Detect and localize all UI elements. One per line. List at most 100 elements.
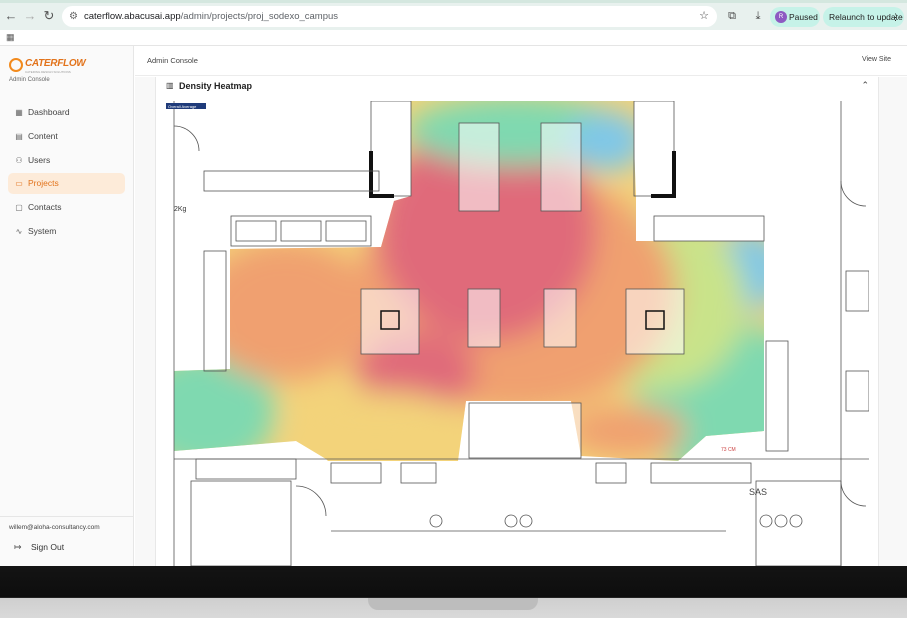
folder-icon: ▭ — [15, 179, 23, 188]
forward-arrow-icon[interactable]: → — [22, 8, 38, 24]
plan-wall-thick — [651, 151, 676, 198]
screen: ← → ↻ ⚙ caterflow.abacusai.app/admin/pro… — [0, 0, 907, 566]
sidebar-item-projects[interactable]: ▭ Projects — [8, 173, 125, 194]
app-header: Admin Console View Site — [135, 46, 907, 76]
island-top-left — [458, 122, 500, 212]
sidebar-item-users[interactable]: ⚇ Users — [8, 150, 125, 171]
counter-right — [653, 215, 765, 242]
reload-icon[interactable]: ↻ — [41, 8, 57, 24]
counter-top-left — [203, 170, 380, 192]
door-swing — [295, 485, 327, 517]
equipment-burner — [759, 514, 773, 528]
equipment-burner — [519, 514, 533, 528]
equipment-unit — [650, 462, 752, 484]
sidebar-item-label: System — [28, 226, 57, 236]
plan-column — [633, 101, 675, 197]
download-icon[interactable]: ⤓ — [750, 8, 766, 24]
counter-bottom-center — [468, 402, 582, 459]
door-swing — [840, 180, 867, 207]
url-domain: caterflow.abacusai.app — [84, 11, 181, 22]
equipment-burner — [774, 514, 788, 528]
laptop-bezel — [0, 566, 907, 618]
extensions-icon[interactable]: ⧉ — [724, 8, 740, 24]
sidebar-item-label: Contacts — [28, 202, 62, 212]
floor-plan-heatmap: Overall Average 2Kg SAS 73 CM — [166, 101, 869, 566]
island-top-right — [540, 122, 582, 212]
equipment-unit — [280, 220, 322, 242]
room-sas — [755, 480, 842, 566]
heatmap-canvas[interactable]: Overall Average 2Kg SAS 73 CM — [166, 101, 869, 566]
pulse-icon: ∿ — [15, 227, 23, 236]
sidebar-item-contacts[interactable]: ▢ Contacts — [8, 197, 125, 218]
equipment-burner — [504, 514, 518, 528]
plan-wall-thick — [369, 151, 394, 198]
equipment-unit — [325, 220, 367, 242]
users-icon: ⚇ — [15, 156, 23, 165]
island-mid-center-right — [543, 288, 577, 348]
profile-paused-button[interactable]: R Paused — [770, 7, 820, 27]
legend-tag-label: Overall Average — [168, 104, 197, 109]
sidebar-item-label: Projects — [28, 178, 59, 188]
logo-wordmark: CATERFLOW — [25, 58, 86, 69]
equipment-burner — [429, 514, 443, 528]
chevron-up-icon[interactable]: ⌃ — [861, 80, 869, 91]
map-icon: ▥ — [166, 81, 174, 90]
address-bar[interactable]: ⚙ caterflow.abacusai.app/admin/projects/… — [62, 6, 717, 27]
heat-zone-mid-high — [566, 406, 686, 456]
site-info-icon[interactable]: ⚙ — [69, 6, 78, 27]
main-content: ▥ Density Heatmap ⌃ Overall Average 2Kg … — [135, 77, 907, 566]
plan-label-kg: 2Kg — [174, 206, 187, 213]
chat-icon: ▢ — [15, 203, 23, 212]
equipment-unit — [330, 462, 382, 484]
equipment-unit — [235, 220, 277, 242]
relaunch-button[interactable]: Relaunch to update ⋮ — [823, 7, 904, 27]
plan-column — [370, 101, 412, 197]
sidebar-subtitle: Admin Console — [9, 77, 50, 83]
heatmap-title-text: Density Heatmap — [179, 81, 253, 91]
paused-label: Paused — [789, 12, 818, 22]
grid-icon: ▦ — [15, 108, 23, 117]
back-arrow-icon[interactable]: ← — [3, 8, 19, 24]
sidebar-item-label: Content — [28, 131, 58, 141]
island-mid-center-left — [467, 288, 501, 348]
sidebar-item-label: Users — [28, 155, 51, 165]
equipment-unit — [595, 462, 627, 484]
menu-dots-icon[interactable]: ⋮ — [891, 7, 900, 27]
door-swing — [840, 480, 867, 507]
logo[interactable]: CATERFLOW CATERING DESIGN SOLUTIONS — [9, 57, 86, 75]
equipment-burner — [789, 514, 803, 528]
sidebar-item-content[interactable]: ▤ Content — [8, 126, 125, 147]
heat-zone-mid — [286, 391, 466, 451]
heatmap-card: ▥ Density Heatmap ⌃ Overall Average 2Kg … — [155, 77, 879, 566]
page-title: Admin Console — [147, 56, 198, 65]
counter-vertical-right — [765, 340, 789, 452]
sidebar-item-system[interactable]: ∿ System — [8, 221, 125, 242]
profile-avatar: R — [775, 11, 787, 23]
sign-out-button[interactable]: ↦ Sign Out — [8, 538, 125, 556]
sidebar-item-label: Dashboard — [28, 107, 70, 117]
view-site-link[interactable]: View Site — [862, 56, 891, 63]
logo-tagline: CATERING DESIGN SOLUTIONS — [25, 70, 71, 74]
room-bottom-left — [190, 480, 292, 566]
heatmap-title[interactable]: ▥ Density Heatmap — [166, 81, 252, 91]
url-path: /admin/projects/proj_sodexo_campus — [180, 11, 339, 22]
island-mid-right — [625, 288, 685, 355]
counter-left — [230, 215, 372, 247]
counter-vertical-left — [203, 250, 227, 372]
browser-toolbar: ← → ↻ ⚙ caterflow.abacusai.app/admin/pro… — [0, 0, 907, 30]
heat-zone-mid-high — [196, 241, 376, 381]
room-label-sas: SAS — [749, 487, 767, 497]
bookmark-star-icon[interactable]: ☆ — [699, 6, 709, 27]
island-mid-left — [360, 288, 420, 355]
apps-grid-icon[interactable]: ▦ — [6, 32, 15, 43]
plan-room-edge — [845, 270, 869, 312]
sidebar-divider — [0, 516, 133, 517]
bookmarks-bar: ▦ — [0, 30, 907, 46]
sidebar-item-dashboard[interactable]: ▦ Dashboard — [8, 102, 125, 123]
document-icon: ▤ — [15, 132, 23, 141]
sign-out-icon: ↦ — [14, 542, 22, 552]
logo-mark-icon — [9, 58, 23, 72]
user-email: willem@aloha-consultancy.com — [9, 524, 100, 531]
door-swing — [173, 125, 200, 152]
sidebar: CATERFLOW CATERING DESIGN SOLUTIONS Admi… — [0, 46, 134, 566]
